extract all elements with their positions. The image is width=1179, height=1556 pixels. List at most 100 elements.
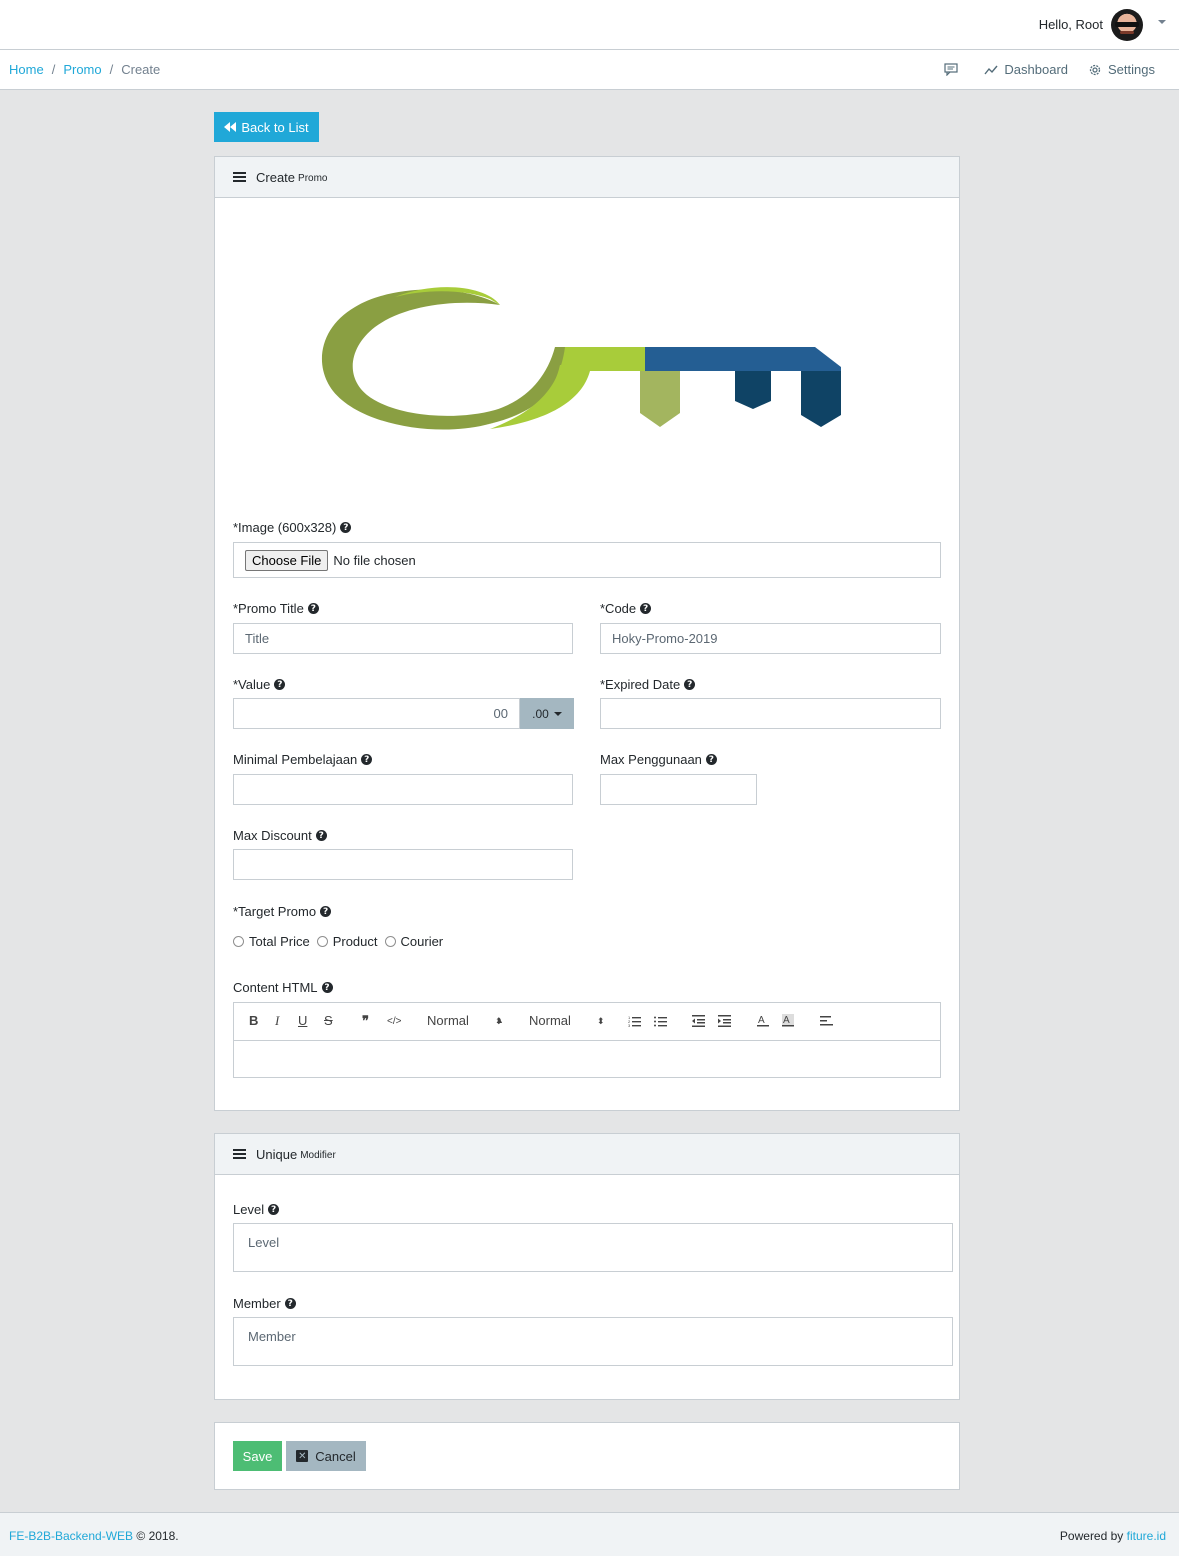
select-arrows-icon: ⬍ [597, 1016, 605, 1026]
level-input[interactable]: Level [233, 1223, 953, 1272]
unique-modifier-card: Unique Modifier Level ? Level Member ? M… [214, 1133, 960, 1400]
actions-card: Save ✕ Cancel [214, 1422, 960, 1490]
choose-file-button[interactable]: Choose File [245, 549, 329, 571]
footer: FE-B2B-Backend-WEB © 2018. Powered by fi… [0, 1512, 1179, 1556]
save-button[interactable]: Save [233, 1441, 282, 1471]
card-header: Create Promo [215, 157, 959, 198]
radio-button[interactable] [384, 936, 396, 947]
align-left-icon[interactable] [820, 1015, 833, 1027]
save-label: Save [242, 1448, 273, 1464]
breadcrumb-promo-link[interactable]: Promo [63, 62, 101, 77]
blockquote-icon[interactable]: ❞ [362, 1013, 369, 1029]
minimal-input[interactable] [233, 774, 573, 805]
max-discount-input[interactable] [233, 849, 573, 880]
settings-link[interactable]: Settings [1088, 62, 1155, 77]
list-icon [233, 172, 246, 182]
target-option-product[interactable]: Product [316, 934, 378, 949]
settings-label: Settings [1108, 62, 1155, 77]
cancel-label: Cancel [315, 1448, 356, 1464]
question-icon: ? [705, 754, 717, 765]
breadcrumb-separator: / [109, 62, 114, 77]
footer-copyright: © 2018. [136, 1529, 179, 1543]
target-option-total-price[interactable]: Total Price [233, 934, 310, 949]
font-color-icon[interactable]: A [757, 1014, 769, 1027]
target-promo-options: Total Price Product Courier [233, 934, 450, 949]
expired-date-input[interactable] [600, 698, 941, 729]
max-discount-label: Max Discount ? [233, 828, 327, 843]
question-icon: ? [361, 754, 373, 765]
minimal-label: Minimal Pembelajaan ? [233, 752, 373, 767]
code-label-text: *Code [600, 601, 637, 616]
font-size-select[interactable]: Normal [427, 1013, 469, 1028]
font-size-value: Normal [427, 1013, 469, 1028]
cancel-button[interactable]: ✕ Cancel [286, 1441, 366, 1471]
footer-app-link[interactable]: FE-B2B-Backend-WEB [9, 1529, 133, 1543]
footer-brand-link[interactable]: fiture.id [1127, 1529, 1166, 1543]
svg-text:3: 3 [628, 1023, 631, 1027]
user-avatar[interactable] [1111, 9, 1143, 41]
code-input[interactable]: Hoky-Promo-2019 [600, 623, 941, 654]
no-file-text: No file chosen [333, 552, 416, 568]
image-label: *Image (600x328) ? [233, 520, 352, 535]
promo-title-input[interactable]: Title [233, 623, 573, 654]
user-menu-caret-icon[interactable] [1158, 20, 1166, 24]
image-file-input[interactable]: Choose File No file chosen [233, 542, 941, 578]
code-label: *Code ? [600, 601, 652, 616]
gear-icon [1089, 64, 1101, 75]
promo-title-placeholder: Title [245, 631, 270, 646]
option-label: Courier [400, 934, 444, 949]
radio-button[interactable] [316, 936, 328, 947]
code-icon[interactable]: </> [387, 1016, 401, 1027]
level-label: Level ? [233, 1202, 280, 1217]
question-icon: ? [321, 982, 333, 993]
underline-icon[interactable]: U [298, 1013, 307, 1028]
bullet-list-icon[interactable] [654, 1015, 667, 1027]
member-label-text: Member [233, 1296, 281, 1311]
back-to-list-label: Back to List [241, 119, 309, 135]
max-discount-label-text: Max Discount [233, 828, 312, 843]
question-icon: ? [640, 603, 652, 614]
create-promo-card: Create Promo *Image (600x328) ? Choose F… [214, 156, 960, 1111]
radio-button[interactable] [233, 936, 244, 947]
image-label-text: *Image (600x328) [233, 520, 337, 535]
breadcrumb-current: Create [121, 62, 161, 77]
outdent-icon[interactable] [692, 1015, 705, 1027]
question-icon: ? [315, 830, 327, 841]
breadcrumb: Home / Promo / Create Dashboard Settings [0, 50, 1179, 90]
question-icon: ? [274, 679, 286, 690]
member-input[interactable]: Member [233, 1317, 953, 1366]
value-placeholder: 00 [493, 706, 508, 721]
rich-text-editor: B I U S ❞ </> Normal ▲ ⬍ Normal ⬍ 123 A … [233, 1002, 941, 1078]
footer-powered-text: Powered by [1059, 1529, 1124, 1543]
indent-icon[interactable] [718, 1015, 731, 1027]
back-to-list-button[interactable]: Back to List [214, 112, 319, 142]
question-icon: ? [284, 1298, 296, 1309]
card-title: Unique [256, 1146, 298, 1162]
italic-icon[interactable]: I [275, 1013, 279, 1029]
max-usage-label-text: Max Penggunaan [600, 752, 702, 767]
background-color-icon[interactable]: A [782, 1014, 794, 1027]
value-label-text: *Value [233, 677, 271, 692]
breadcrumb-separator: / [51, 62, 56, 77]
strikethrough-icon[interactable]: S [324, 1013, 333, 1028]
dashboard-link[interactable]: Dashboard [984, 62, 1068, 77]
caret-down-icon [553, 711, 562, 716]
breadcrumb-home-link[interactable]: Home [9, 62, 44, 77]
bold-icon[interactable]: B [249, 1013, 258, 1028]
header-value: Normal [529, 1013, 571, 1028]
value-decimal-dropdown[interactable]: .00 [520, 698, 574, 729]
target-option-courier[interactable]: Courier [384, 934, 444, 949]
chat-icon[interactable] [944, 63, 964, 76]
member-placeholder: Member [248, 1329, 296, 1344]
expired-date-label: *Expired Date ? [600, 677, 696, 692]
max-usage-label: Max Penggunaan ? [600, 752, 717, 767]
code-placeholder: Hoky-Promo-2019 [612, 631, 718, 646]
content-html-label-text: Content HTML [233, 980, 318, 995]
greeting-text: Hello, Root [1038, 17, 1103, 32]
svg-text:A: A [758, 1015, 765, 1026]
ordered-list-icon[interactable]: 123 [628, 1015, 641, 1027]
value-input[interactable]: 00 [233, 698, 520, 729]
header-select[interactable]: Normal [529, 1013, 571, 1028]
question-icon: ? [307, 603, 319, 614]
max-usage-input[interactable] [600, 774, 757, 805]
